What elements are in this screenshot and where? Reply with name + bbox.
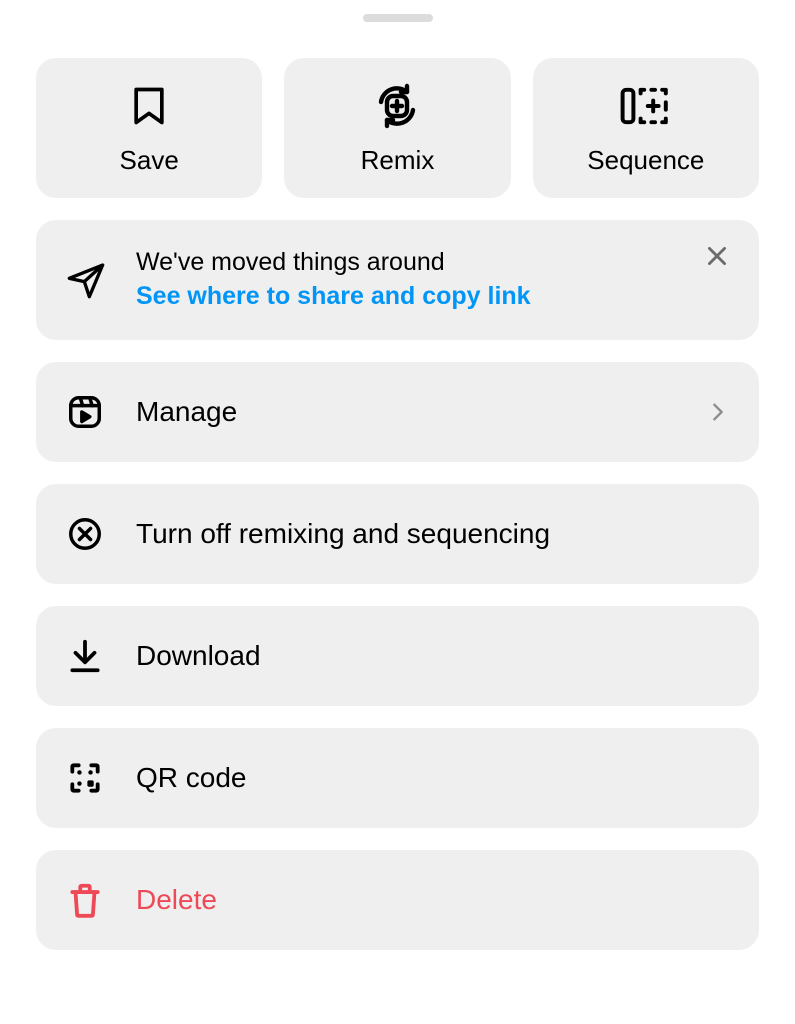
turn-off-remix-row[interactable]: Turn off remixing and sequencing — [36, 484, 759, 584]
banner-message: We've moved things around — [136, 246, 729, 280]
sequence-label: Sequence — [587, 145, 704, 176]
reel-icon — [66, 393, 122, 431]
qr-code-row[interactable]: QR code — [36, 728, 759, 828]
download-label: Download — [136, 640, 729, 672]
circle-x-icon — [66, 515, 122, 553]
download-icon — [66, 637, 122, 675]
remix-icon — [373, 81, 421, 131]
banner-link[interactable]: See where to share and copy link — [136, 280, 729, 314]
sheet-drag-handle[interactable] — [363, 14, 433, 22]
sequence-icon — [619, 81, 673, 131]
save-label: Save — [120, 145, 179, 176]
sheet-handle-wrap — [36, 0, 759, 58]
manage-label: Manage — [136, 396, 707, 428]
share-moved-banner[interactable]: We've moved things around See where to s… — [36, 220, 759, 340]
banner-text: We've moved things around See where to s… — [136, 246, 729, 314]
top-tile-row: Save Remix — [36, 58, 759, 198]
remix-label: Remix — [361, 145, 435, 176]
remix-tile[interactable]: Remix — [284, 58, 510, 198]
bookmark-icon — [127, 81, 171, 131]
save-tile[interactable]: Save — [36, 58, 262, 198]
trash-icon — [66, 880, 122, 920]
turn-off-remix-label: Turn off remixing and sequencing — [136, 518, 729, 550]
sequence-tile[interactable]: Sequence — [533, 58, 759, 198]
delete-row[interactable]: Delete — [36, 850, 759, 950]
send-icon — [66, 260, 122, 300]
qr-code-label: QR code — [136, 762, 729, 794]
close-icon[interactable] — [697, 236, 737, 276]
chevron-right-icon — [707, 401, 729, 423]
qr-code-icon — [66, 759, 122, 797]
delete-label: Delete — [136, 884, 729, 916]
action-sheet: Save Remix — [0, 0, 795, 1024]
manage-row[interactable]: Manage — [36, 362, 759, 462]
download-row[interactable]: Download — [36, 606, 759, 706]
